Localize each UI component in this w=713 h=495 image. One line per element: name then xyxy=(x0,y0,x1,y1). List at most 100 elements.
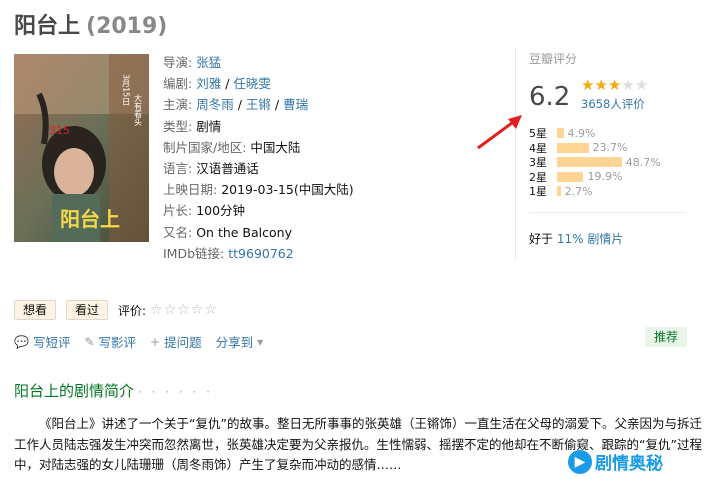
rating-bar-fill xyxy=(557,142,589,153)
imdb-link[interactable]: tt9690762 xyxy=(228,246,293,261)
language-label: 语言: xyxy=(163,161,193,177)
watched-button[interactable]: 看过 xyxy=(66,300,109,320)
review-link[interactable]: ✎ 写影评 xyxy=(84,332,136,351)
writer-link-2[interactable]: 任晓雯 xyxy=(233,76,271,91)
short-review-link[interactable]: 💬 写短评 xyxy=(14,332,70,351)
rating-bar-percent: 2.7% xyxy=(564,184,593,198)
want-to-watch-button[interactable]: 想看 xyxy=(14,300,57,320)
cast-row: 主演: 周冬雨 / 王锵 / 曹瑞 xyxy=(163,97,309,113)
question-link[interactable]: + 提问题 xyxy=(150,332,202,351)
country-row: 制片国家/地区: 中国大陆 xyxy=(163,137,354,158)
pencil-icon: ✎ xyxy=(84,334,95,349)
genre-label: 类型: xyxy=(163,118,193,134)
cast-link-1[interactable]: 周冬雨 xyxy=(196,97,234,112)
play-icon: ▶ xyxy=(568,449,592,474)
country-value: 中国大陆 xyxy=(250,139,301,155)
action-bar: 想看 看过 评价: ☆☆☆☆☆ xyxy=(14,300,218,320)
genre-value: 剧情 xyxy=(196,118,222,134)
plus-icon: + xyxy=(150,334,161,349)
cast-link-2[interactable]: 王锵 xyxy=(246,97,271,112)
aka-label: 又名: xyxy=(163,224,193,240)
genre-row: 类型: 剧情 xyxy=(163,116,354,137)
rating-bar-percent: 48.7% xyxy=(625,155,661,169)
synopsis-title: 阳台上的剧情简介 xyxy=(14,382,135,400)
rating-bar-row: 1星 2.7% xyxy=(529,184,661,199)
poster-date: 3月15日 xyxy=(122,74,131,106)
rating-bar-row: 5星 4.9% xyxy=(529,126,661,141)
rating-stars: ★★★★★ xyxy=(581,76,648,94)
rating-bar-percent: 23.7% xyxy=(592,141,628,155)
poster-title: 阳台上 xyxy=(60,207,120,231)
rating-bar-fill xyxy=(557,186,561,197)
rating-bar-row: 3星 48.7% xyxy=(529,155,661,170)
question-label: 提问题 xyxy=(164,335,202,350)
language-value: 汉语普通话 xyxy=(196,161,259,177)
runtime-value: 100分钟 xyxy=(196,203,246,219)
writer-link-1[interactable]: 刘雅 xyxy=(196,76,221,91)
watermark-text: 剧情奥秘 xyxy=(595,454,663,474)
svg-text:315: 315 xyxy=(49,124,70,137)
title-text: 阳台上 xyxy=(14,14,81,39)
action-links: 💬 写短评 ✎ 写影评 + 提问题 分享到 ▾ xyxy=(14,332,281,351)
cast-link-3[interactable]: 曹瑞 xyxy=(283,97,308,112)
release-value: 2019-03-15(中国大陆) xyxy=(221,182,354,198)
director-row: 导演: 张猛 xyxy=(163,52,354,73)
chevron-down-icon: ▾ xyxy=(257,334,264,349)
aka-row: 又名: On the Balcony xyxy=(163,222,354,243)
star-empty-icon: ★ xyxy=(621,76,635,94)
rating-bar-row: 2星 19.9% xyxy=(529,170,661,185)
rating-bar-percent: 19.9% xyxy=(587,170,623,184)
star-filled-icon: ★ xyxy=(607,76,622,94)
imdb-label: IMDb链接: xyxy=(163,245,225,261)
rating-distribution: 5星 4.9% 4星 23.7% 3星 48.7% 2星 19.9% 1星 2.7% xyxy=(529,126,661,199)
movie-title: 阳台上 (2019) xyxy=(14,8,167,40)
comment-icon: 💬 xyxy=(14,334,29,349)
better-prefix: 好于 xyxy=(529,232,557,246)
share-label: 分享到 xyxy=(215,335,254,350)
movie-year: (2019) xyxy=(86,14,168,39)
release-label: 上映日期: xyxy=(163,182,218,198)
star-filled-icon: ★ xyxy=(581,76,595,94)
runtime-row: 片长: 100分钟 xyxy=(163,200,354,221)
rating-bar-row: 4星 23.7% xyxy=(529,141,661,156)
rating-score: 6.2 xyxy=(529,82,571,112)
movie-poster[interactable]: 315 阳台上 3月15日 大有看头 xyxy=(14,54,149,242)
runtime-label: 片长: xyxy=(163,203,193,219)
aka-value: On the Balcony xyxy=(196,224,292,240)
separator: / xyxy=(221,76,234,92)
synopsis-heading: 阳台上的剧情简介 · · · · · · xyxy=(14,380,213,401)
better-link[interactable]: 11% 剧情片 xyxy=(557,232,624,246)
rating-bar-label: 1星 xyxy=(529,185,547,199)
imdb-row: IMDb链接: tt9690762 xyxy=(163,243,354,264)
rating-bar-percent: 4.9% xyxy=(567,126,596,140)
rating-header: 豆瓣评分 xyxy=(529,52,578,66)
rating-bar-fill xyxy=(557,171,584,182)
release-row: 上映日期: 2019-03-15(中国大陆) xyxy=(163,179,354,200)
star-empty-icon: ★ xyxy=(634,76,649,94)
rating-bar-fill xyxy=(557,157,622,168)
star-filled-icon: ★ xyxy=(594,76,608,94)
country-label: 制片国家/地区: xyxy=(163,139,247,155)
rating-panel: 豆瓣评分 6.2 ★★★★★ 3658人评价 5星 4.9% 4星 23.7% 3星 48… xyxy=(529,50,685,246)
poster-slogan: 大有看头 xyxy=(134,93,143,127)
synopsis-dots: · · · · · · xyxy=(138,385,213,399)
writer-row: 编剧: 刘雅 / 任晓雯 xyxy=(163,73,354,94)
writer-label: 编剧: xyxy=(163,76,193,92)
director-label: 导演: xyxy=(163,55,193,70)
review-label: 写影评 xyxy=(98,335,137,350)
short-review-label: 写短评 xyxy=(32,335,71,350)
rate-stars-input[interactable]: ☆☆☆☆☆ xyxy=(150,302,218,318)
recommend-button[interactable]: 推荐 xyxy=(645,327,687,347)
watermark: ▶ 剧情奥秘 xyxy=(568,449,663,474)
director-link[interactable]: 张猛 xyxy=(196,55,221,70)
rating-bar-fill xyxy=(557,128,564,139)
better-than: 好于 11% 剧情片 xyxy=(529,230,623,247)
rating-separator xyxy=(529,212,685,213)
language-row: 语言: 汉语普通话 xyxy=(163,158,354,179)
votes-link[interactable]: 3658人评价 xyxy=(581,96,645,112)
cast-label: 主演: xyxy=(163,97,193,113)
rate-label: 评价: xyxy=(118,303,147,318)
movie-info: 导演: 张猛 编剧: 刘雅 / 任晓雯 主演: 周冬雨 / 王锵 / 曹瑞 类型… xyxy=(163,52,354,264)
share-link[interactable]: 分享到 ▾ xyxy=(216,332,268,351)
red-arrow-icon xyxy=(477,115,522,150)
